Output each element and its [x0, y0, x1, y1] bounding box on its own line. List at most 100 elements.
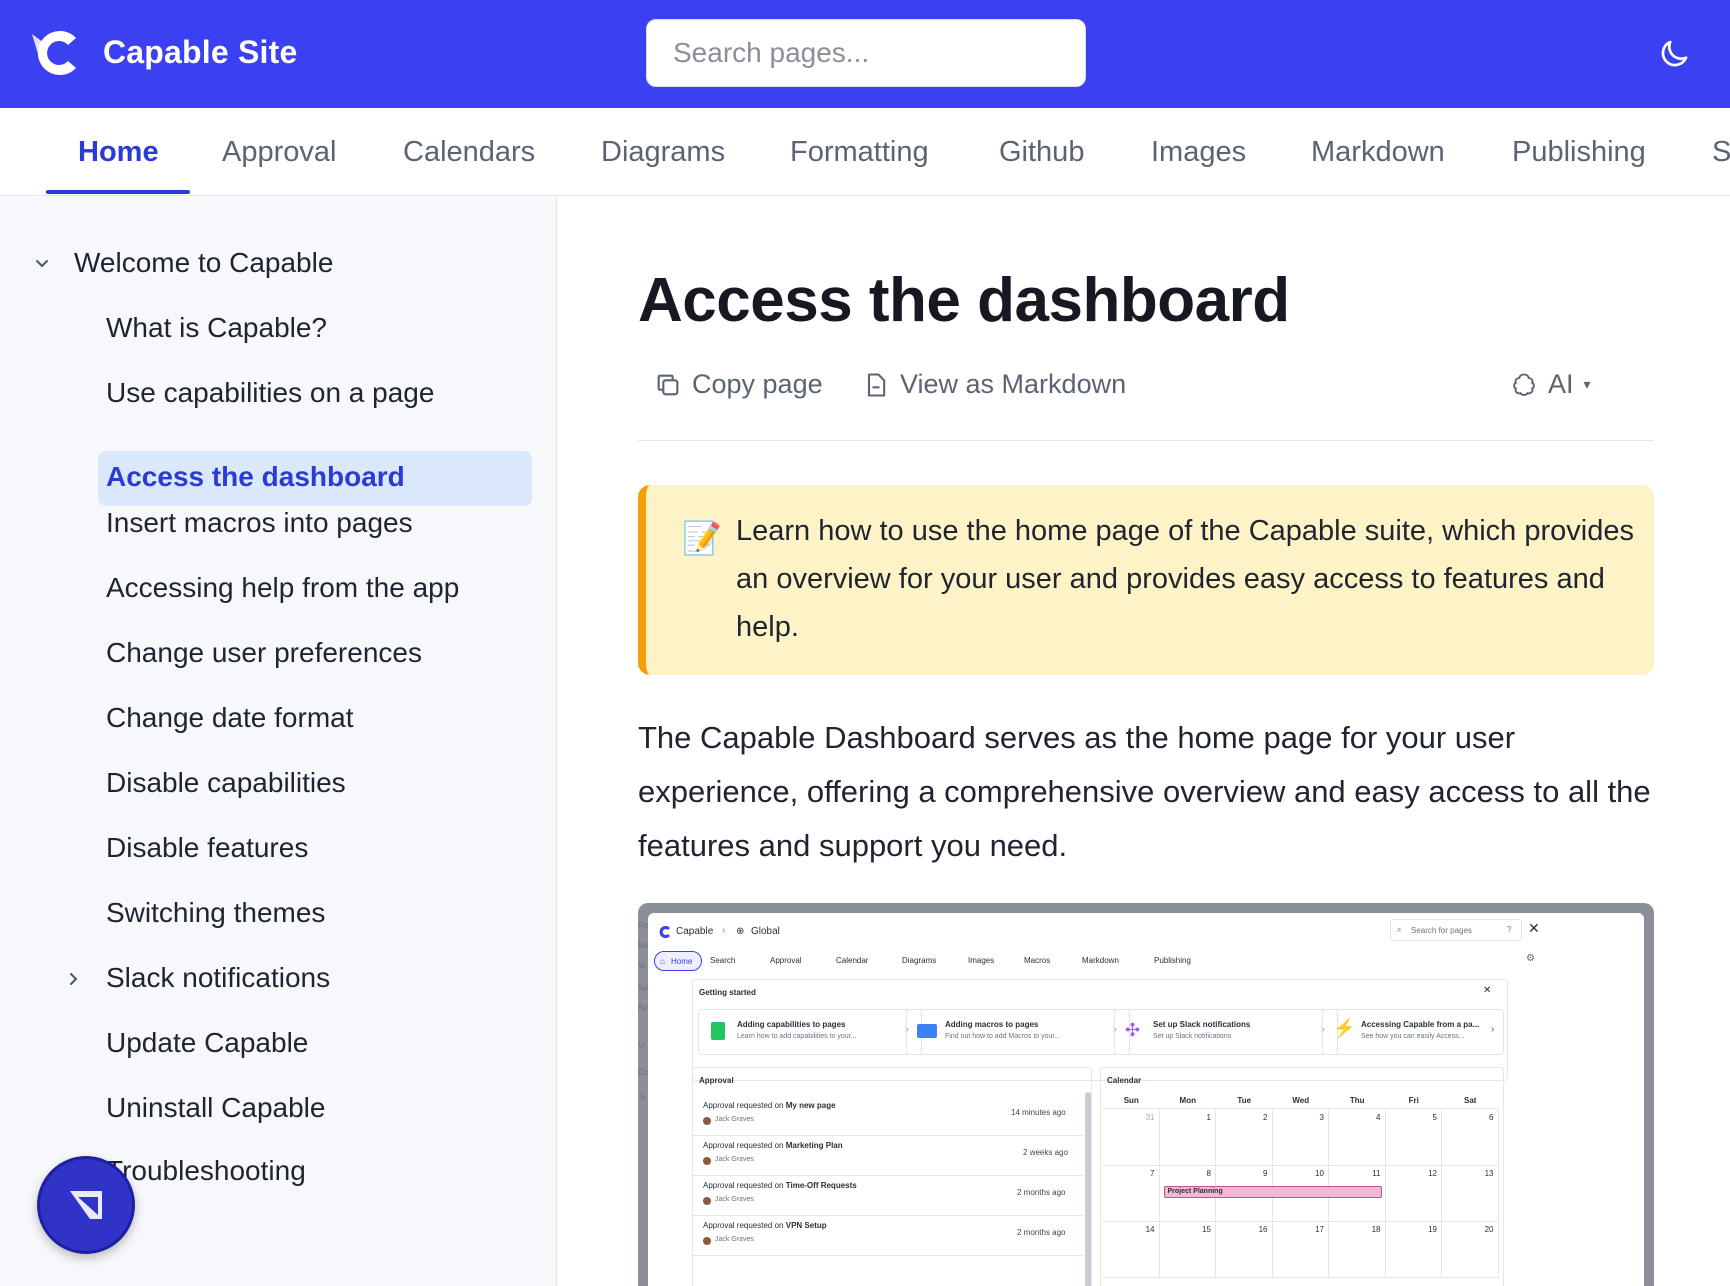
calendar-day-number: 12: [1428, 1169, 1437, 1178]
close-icon[interactable]: ✕: [1528, 920, 1540, 937]
calendar-day-cell[interactable]: 5: [1385, 1110, 1442, 1166]
copy-page-button[interactable]: Copy page: [654, 369, 823, 400]
calendar-day-number: 19: [1428, 1225, 1437, 1234]
tab-images[interactable]: Images: [1151, 108, 1246, 195]
calendar-day-number: 18: [1371, 1225, 1381, 1234]
chevron-right-icon[interactable]: [65, 970, 83, 988]
card-desc: Set up Slack notifications: [1153, 1033, 1232, 1040]
tab-calendars[interactable]: Calendars: [403, 108, 535, 195]
slack-icon: ✣: [1125, 1020, 1141, 1040]
calendar-day-cell[interactable]: 15: [1159, 1222, 1216, 1278]
sidebar-group-welcome[interactable]: Welcome to Capable: [74, 247, 333, 279]
tab-publishing[interactable]: Publishing: [1512, 108, 1646, 195]
card-slack-notifications[interactable]: ✣ Set up Slack notifications Set up Slac…: [1114, 1009, 1338, 1055]
approval-panel: Approval Approval requested on My new pa…: [692, 1067, 1092, 1286]
calendar-day-cell[interactable]: 19: [1385, 1222, 1442, 1278]
close-icon[interactable]: ✕: [1483, 985, 1491, 996]
calendar-day-cell[interactable]: 13: [1442, 1166, 1499, 1222]
gear-icon[interactable]: ⚙: [1526, 953, 1535, 964]
mini-tab-macros[interactable]: Macros: [1024, 956, 1050, 965]
sidebar-item-what-is-capable[interactable]: What is Capable?: [106, 312, 327, 344]
calendar-day-cell[interactable]: 12: [1385, 1166, 1442, 1222]
search-box[interactable]: [646, 19, 1086, 87]
approval-text: Approval requested on My new page: [703, 1101, 836, 1110]
card-adding-macros[interactable]: Adding macros to pages Find out how to a…: [906, 1009, 1130, 1055]
approval-row[interactable]: Approval requested on Marketing Plan Jac…: [693, 1132, 1083, 1176]
tab-diagrams[interactable]: Diagrams: [601, 108, 725, 195]
tab-approval[interactable]: Approval: [222, 108, 336, 195]
ai-menu-button[interactable]: AI ▾: [1510, 369, 1591, 400]
breadcrumb-scope[interactable]: Global: [751, 926, 780, 937]
main-content: Access the dashboard Copy page View as M…: [558, 197, 1730, 1286]
view-markdown-button[interactable]: View as Markdown: [862, 369, 1126, 400]
behind-text: Co: [638, 1068, 649, 1077]
mini-tab-approval[interactable]: Approval: [770, 956, 802, 965]
sidebar-item-insert-macros[interactable]: Insert macros into pages: [106, 507, 413, 539]
card-adding-capabilities[interactable]: Adding capabilities to pages Learn how t…: [698, 1009, 922, 1055]
sidebar-item-user-preferences[interactable]: Change user preferences: [106, 637, 422, 669]
card-accessing-capable[interactable]: ⚡ Accessing Capable from a pa... See how…: [1322, 1009, 1504, 1055]
calendar-day-cell[interactable]: 20: [1442, 1222, 1499, 1278]
tab-home[interactable]: Home: [78, 108, 159, 195]
calendar-day-number: 9: [1263, 1169, 1268, 1178]
calendar-day-cell[interactable]: 31: [1103, 1110, 1160, 1166]
active-tab-indicator: [46, 190, 190, 194]
calendar-title: Calendar: [1107, 1076, 1142, 1085]
calendar-day-cell[interactable]: 14: [1103, 1222, 1160, 1278]
chat-launcher-button[interactable]: [37, 1156, 135, 1254]
site-title[interactable]: Capable Site: [103, 34, 297, 71]
calendar-day-cell[interactable]: 18: [1329, 1222, 1386, 1278]
callout-text: Learn how to use the home page of the Ca…: [736, 515, 1634, 643]
mini-search-placeholder: Search for pages: [1411, 926, 1472, 935]
mini-tab-search[interactable]: Search: [710, 956, 735, 965]
calendar-day-number: 14: [1145, 1225, 1155, 1234]
behind-text: Fo: [638, 921, 648, 930]
moon-icon[interactable]: [1656, 36, 1692, 72]
sidebar-item-disable-features[interactable]: Disable features: [106, 832, 308, 864]
sidebar-item-disable-capabilities[interactable]: Disable capabilities: [106, 767, 346, 799]
sidebar-item-update-capable[interactable]: Update Capable: [106, 1027, 308, 1059]
scrollbar[interactable]: [1085, 1092, 1091, 1286]
sidebar-item-use-capabilities[interactable]: Use capabilities on a page: [106, 377, 434, 409]
sidebar-item-uninstall-capable[interactable]: Uninstall Capable: [106, 1092, 325, 1124]
copy-page-label: Copy page: [692, 369, 823, 399]
capable-logo-icon[interactable]: [28, 24, 86, 82]
calendar-day-cell[interactable]: 6: [1442, 1110, 1499, 1166]
sidebar-item-troubleshooting[interactable]: Troubleshooting: [106, 1155, 306, 1187]
sidebar-item-access-dashboard[interactable]: Access the dashboard: [106, 461, 405, 493]
mini-tab-diagrams[interactable]: Diagrams: [902, 956, 936, 965]
tab-markdown[interactable]: Markdown: [1311, 108, 1445, 195]
tab-github[interactable]: Github: [999, 108, 1084, 195]
calendar-day-cell[interactable]: 16: [1216, 1222, 1273, 1278]
calendar-day-cell[interactable]: 3: [1272, 1110, 1329, 1166]
calendar-weekday: Fri: [1385, 1096, 1442, 1109]
mini-tab-home[interactable]: ⌂ Home: [654, 951, 702, 971]
approval-row[interactable]: Approval requested on Time-Off Requests …: [693, 1172, 1083, 1216]
mini-tab-publishing[interactable]: Publishing: [1154, 956, 1191, 965]
approval-row[interactable]: Approval requested on VPN Setup Jack Gra…: [693, 1212, 1083, 1256]
sidebar-item-accessing-help[interactable]: Accessing help from the app: [106, 572, 459, 604]
sidebar-item-date-format[interactable]: Change date format: [106, 702, 354, 734]
help-icon[interactable]: ?: [1507, 925, 1511, 934]
page-actions-bar: Copy page View as Markdown AI ▾: [638, 347, 1654, 441]
chevron-down-icon[interactable]: [33, 255, 51, 273]
mini-tab-calendar[interactable]: Calendar: [836, 956, 868, 965]
calendar-event[interactable]: Project Planning: [1163, 1186, 1382, 1198]
mini-tab-markdown[interactable]: Markdown: [1082, 956, 1119, 965]
tab-overflow[interactable]: S: [1712, 108, 1730, 195]
tab-formatting[interactable]: Formatting: [790, 108, 929, 195]
behind-text: Sp: [638, 983, 648, 992]
approval-row[interactable]: Approval requested on My new page Jack G…: [693, 1092, 1083, 1136]
calendar-day-cell[interactable]: 4: [1329, 1110, 1386, 1166]
calendar-day-cell[interactable]: 7: [1103, 1166, 1160, 1222]
breadcrumb-app[interactable]: Capable: [676, 926, 713, 937]
sidebar-item-slack-notifications[interactable]: Slack notifications: [106, 962, 330, 994]
approval-time: 2 months ago: [1017, 1188, 1066, 1197]
search-input[interactable]: [673, 37, 1059, 69]
sidebar-item-switching-themes[interactable]: Switching themes: [106, 897, 325, 929]
calendar-day-cell[interactable]: 2: [1216, 1110, 1273, 1166]
calendar-day-cell[interactable]: 17: [1272, 1222, 1329, 1278]
calendar-day-cell[interactable]: 1: [1159, 1110, 1216, 1166]
mini-tab-images[interactable]: Images: [968, 956, 994, 965]
mini-search-box[interactable]: ⌕ Search for pages ?: [1390, 919, 1522, 941]
